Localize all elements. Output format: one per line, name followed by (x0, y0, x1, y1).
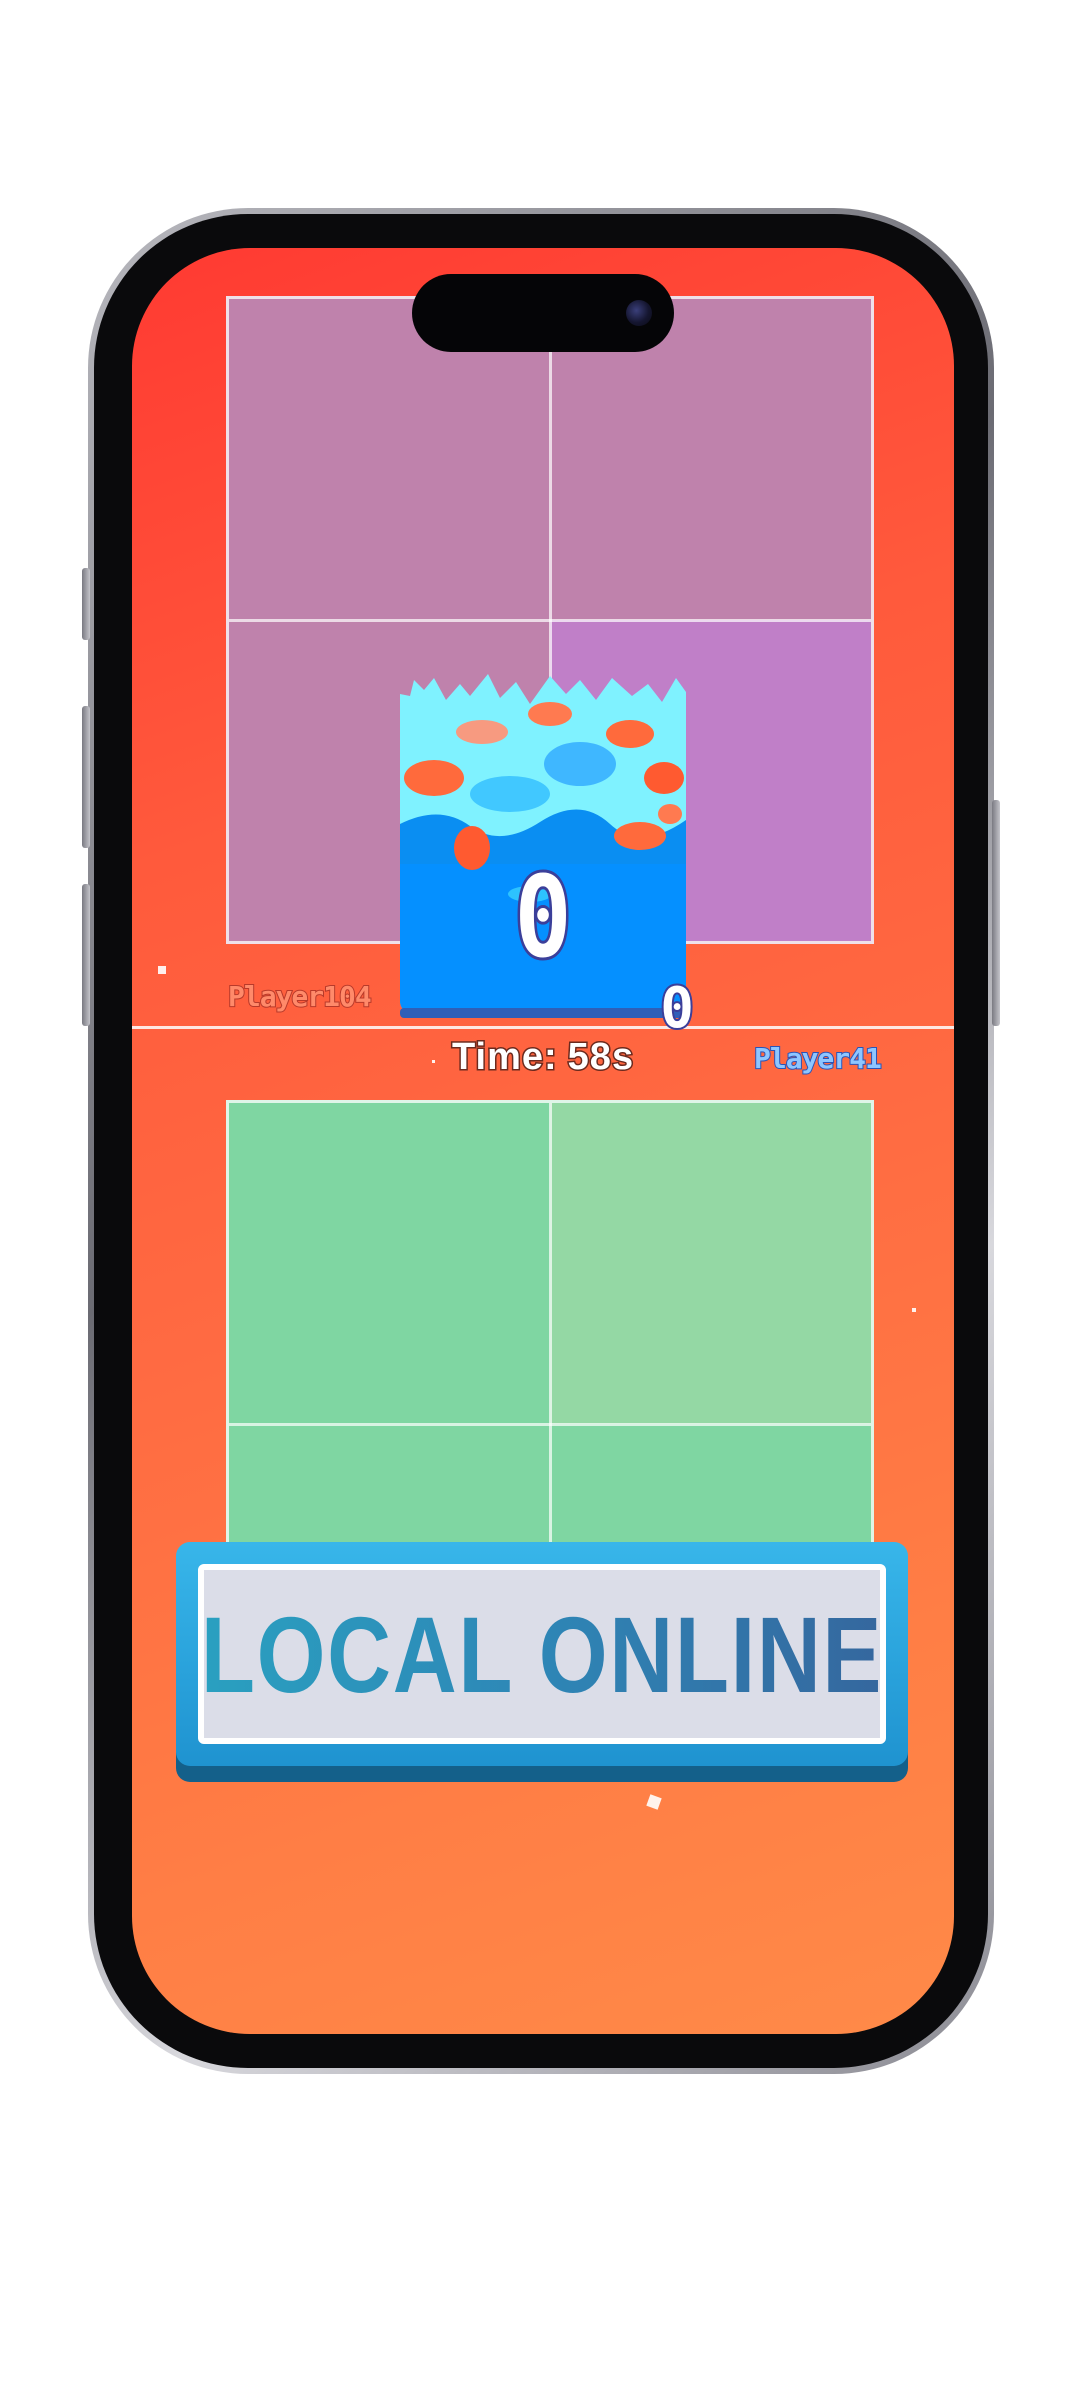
local-online-button[interactable]: LOCAL ONLINE (176, 1542, 908, 1782)
score-card: 0 0 (400, 674, 696, 1039)
local-online-label: LOCAL ONLINE (200, 1593, 884, 1715)
confetti-particle (912, 1308, 916, 1312)
power-button (992, 800, 1000, 1026)
confetti-particle (432, 1060, 435, 1063)
court-quadrant-highlight (550, 1103, 871, 1424)
timer-label: Time: (451, 1035, 559, 1080)
player-top-name: Player104 (227, 979, 373, 1014)
confetti-particle (646, 1794, 662, 1810)
game-screen[interactable]: 0 0 Player104 Player41 Time: 58s LOCAL ON… (132, 248, 954, 2034)
score-secondary: 0 (658, 976, 696, 1041)
court-service-line (229, 618, 871, 622)
court-service-line (229, 1422, 871, 1426)
dynamic-island (412, 274, 674, 352)
timer-value: 58s (566, 1035, 635, 1080)
page: 0 0 Player104 Player41 Time: 58s LOCAL ON… (0, 0, 1080, 2400)
score-main: 0 (512, 853, 574, 983)
volume-up-button (82, 706, 90, 848)
net-line (132, 1026, 954, 1029)
confetti-particle (158, 966, 166, 974)
match-timer: Time: 58s (451, 1035, 635, 1080)
player-bottom-name: Player41 (753, 1041, 883, 1076)
action-button (82, 568, 90, 640)
camera-icon (626, 300, 652, 326)
volume-down-button (82, 884, 90, 1026)
button-face: LOCAL ONLINE (198, 1564, 886, 1744)
